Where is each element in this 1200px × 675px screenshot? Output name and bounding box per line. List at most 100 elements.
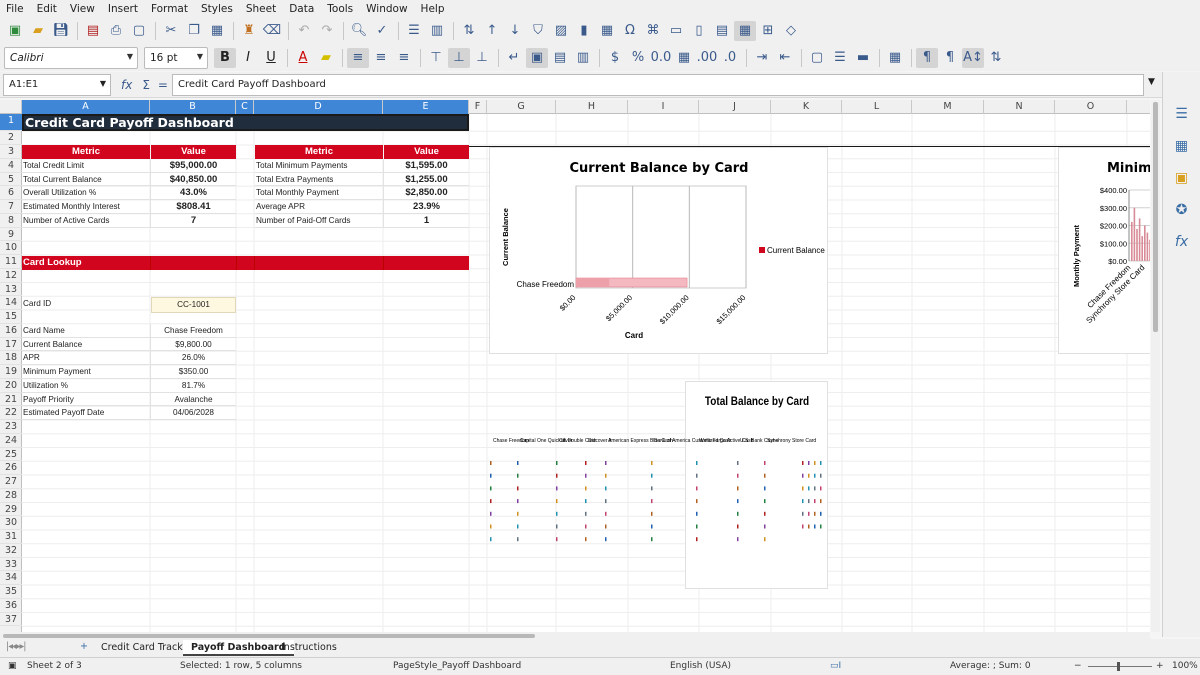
font-size-combo[interactable]: 16 pt ▼ bbox=[144, 46, 208, 69]
chart-current-balance[interactable]: Current Balance by Card $0.00 $5,000.00 $10… bbox=[489, 147, 828, 354]
number-format-icon[interactable]: 0.0 bbox=[650, 48, 672, 68]
left-metric-value[interactable]: $808.41 bbox=[150, 200, 236, 214]
row-header-8[interactable]: 8 bbox=[0, 214, 22, 228]
row-header-1[interactable]: 1 bbox=[0, 114, 22, 132]
clone-formatting-icon[interactable]: ♜ bbox=[238, 21, 260, 41]
row-header-15[interactable]: 15 bbox=[0, 310, 22, 324]
column-header-f[interactable]: F bbox=[469, 100, 487, 114]
row-header-20[interactable]: 20 bbox=[0, 379, 22, 393]
menu-item-edit[interactable]: Edit bbox=[37, 3, 57, 15]
add-decimal-icon[interactable]: .00 bbox=[696, 48, 718, 68]
right-metric-label[interactable]: Number of Paid-Off Cards bbox=[256, 214, 382, 228]
lookup-field-label[interactable]: Current Balance bbox=[23, 338, 149, 352]
copy-icon[interactable]: ❐ bbox=[183, 21, 205, 41]
print-icon[interactable]: ⎙ bbox=[105, 21, 127, 41]
lookup-field-label[interactable]: Estimated Payoff Date bbox=[23, 406, 149, 420]
right-metric-label[interactable]: Total Monthly Payment bbox=[256, 186, 382, 200]
left-metric-value[interactable]: $95,000.00 bbox=[150, 158, 236, 173]
sort-descending-icon[interactable]: ↓ bbox=[504, 21, 526, 41]
border-style-icon[interactable]: ☰ bbox=[829, 48, 851, 68]
column-header-i[interactable]: I bbox=[628, 100, 699, 114]
comment-icon[interactable]: ▭ bbox=[665, 21, 687, 41]
percent-format-icon[interactable]: % bbox=[627, 48, 649, 68]
row-header-6[interactable]: 6 bbox=[0, 186, 22, 200]
row-header-28[interactable]: 28 bbox=[0, 489, 22, 503]
column-header-l[interactable]: L bbox=[842, 100, 912, 114]
lookup-field-value[interactable]: $350.00 bbox=[150, 365, 236, 379]
menu-item-file[interactable]: File bbox=[6, 3, 24, 15]
show-draw-functions-icon[interactable]: ◇ bbox=[780, 21, 802, 41]
column-header-k[interactable]: K bbox=[771, 100, 842, 114]
menu-item-sheet[interactable]: Sheet bbox=[246, 3, 276, 15]
lookup-field-value[interactable]: Chase Freedom bbox=[150, 323, 236, 338]
chart-minimum-payment[interactable]: Minimu$400.00$300.00$200.00$100.00$0.00M… bbox=[1058, 147, 1150, 354]
lookup-field-value[interactable]: $9,800.00 bbox=[150, 337, 236, 352]
lookup-field-label[interactable]: Card Name bbox=[23, 324, 149, 338]
row-header-4[interactable]: 4 bbox=[0, 159, 22, 173]
font-color-icon[interactable]: A bbox=[292, 48, 314, 68]
align-center-icon[interactable]: ≡ bbox=[370, 48, 392, 68]
increase-indent-icon[interactable]: ⇥ bbox=[751, 48, 773, 68]
row-header-19[interactable]: 19 bbox=[0, 365, 22, 379]
navigator-icon[interactable]: ✪ bbox=[1171, 202, 1193, 224]
row-header-3[interactable]: 3 bbox=[0, 145, 22, 159]
left-table-header-value[interactable]: Value bbox=[151, 145, 236, 159]
row-header-25[interactable]: 25 bbox=[0, 448, 22, 462]
redo-icon[interactable]: ↷ bbox=[316, 21, 338, 41]
special-character-icon[interactable]: Ω bbox=[619, 21, 641, 41]
conditional-format-icon[interactable]: ▦ bbox=[884, 48, 906, 68]
row-header-29[interactable]: 29 bbox=[0, 503, 22, 517]
image-icon[interactable]: ▨ bbox=[550, 21, 572, 41]
merge-cells-icon[interactable]: ▤ bbox=[549, 48, 571, 68]
menu-item-insert[interactable]: Insert bbox=[108, 3, 138, 15]
right-metric-label[interactable]: Average APR bbox=[256, 200, 382, 214]
row-header-22[interactable]: 22 bbox=[0, 406, 22, 420]
pivot-table-icon[interactable]: ▦ bbox=[596, 21, 618, 41]
lookup-field-value[interactable]: 26.0% bbox=[150, 351, 236, 365]
lookup-field-label[interactable]: APR bbox=[23, 351, 149, 365]
row-header-5[interactable]: 5 bbox=[0, 173, 22, 187]
row-header-16[interactable]: 16 bbox=[0, 324, 22, 338]
card-id-input[interactable]: CC-1001 bbox=[151, 297, 236, 313]
left-metric-value[interactable]: 43.0% bbox=[150, 186, 236, 200]
zoom-slider-handle[interactable] bbox=[1117, 662, 1120, 671]
borders-icon[interactable]: ▢ bbox=[806, 48, 828, 68]
sort-icon[interactable]: ⇅ bbox=[458, 21, 480, 41]
open-icon[interactable]: ▰ bbox=[27, 21, 49, 41]
clear-formatting-icon[interactable]: ⌫ bbox=[261, 21, 283, 41]
left-metric-label[interactable]: Estimated Monthly Interest bbox=[23, 200, 149, 214]
horizontal-scrollbar[interactable] bbox=[0, 632, 1150, 639]
split-window-icon[interactable]: ⊞ bbox=[757, 21, 779, 41]
lookup-field-label[interactable]: Payoff Priority bbox=[23, 393, 149, 407]
hyperlink-icon[interactable]: ⌘ bbox=[642, 21, 664, 41]
lookup-field-value[interactable]: 04/06/2028 bbox=[150, 406, 236, 420]
name-box[interactable]: A1:E1 ▼ bbox=[3, 73, 111, 96]
menu-item-data[interactable]: Data bbox=[289, 3, 314, 15]
menu-item-tools[interactable]: Tools bbox=[327, 3, 353, 15]
formula-icon[interactable]: = bbox=[158, 78, 168, 92]
gallery-icon[interactable]: ▣ bbox=[1171, 170, 1193, 192]
row-header-24[interactable]: 24 bbox=[0, 434, 22, 448]
row-header-26[interactable]: 26 bbox=[0, 461, 22, 475]
highlight-color-icon[interactable]: ▰ bbox=[315, 48, 337, 68]
row-header-35[interactable]: 35 bbox=[0, 585, 22, 599]
row-header-13[interactable]: 13 bbox=[0, 283, 22, 297]
lookup-field-value[interactable]: 81.7% bbox=[150, 378, 236, 393]
column-header-e[interactable]: E bbox=[383, 100, 469, 114]
right-metric-label[interactable]: Total Extra Payments bbox=[256, 173, 382, 187]
zoom-slider[interactable] bbox=[1088, 666, 1152, 667]
right-metric-value[interactable]: $1,255.00 bbox=[383, 172, 469, 187]
underline-icon[interactable]: U bbox=[260, 48, 282, 68]
align-top-icon[interactable]: ⊤ bbox=[425, 48, 447, 68]
lookup-field-value[interactable]: Avalanche bbox=[150, 392, 236, 407]
column-header-a[interactable]: A bbox=[22, 100, 150, 114]
freeze-rows-columns-icon[interactable]: ▦ bbox=[734, 20, 756, 41]
cut-icon[interactable]: ✂ bbox=[160, 21, 182, 41]
align-bottom-icon[interactable]: ⊥ bbox=[471, 48, 493, 68]
align-right-icon[interactable]: ≡ bbox=[393, 48, 415, 68]
merge-center-icon[interactable]: ▣ bbox=[526, 47, 548, 68]
functions-icon[interactable]: fx bbox=[1171, 234, 1193, 256]
wrap-text-icon[interactable]: ↵ bbox=[503, 48, 525, 68]
currency-format-icon[interactable]: $ bbox=[604, 48, 626, 68]
left-metric-value[interactable]: 7 bbox=[150, 213, 236, 228]
